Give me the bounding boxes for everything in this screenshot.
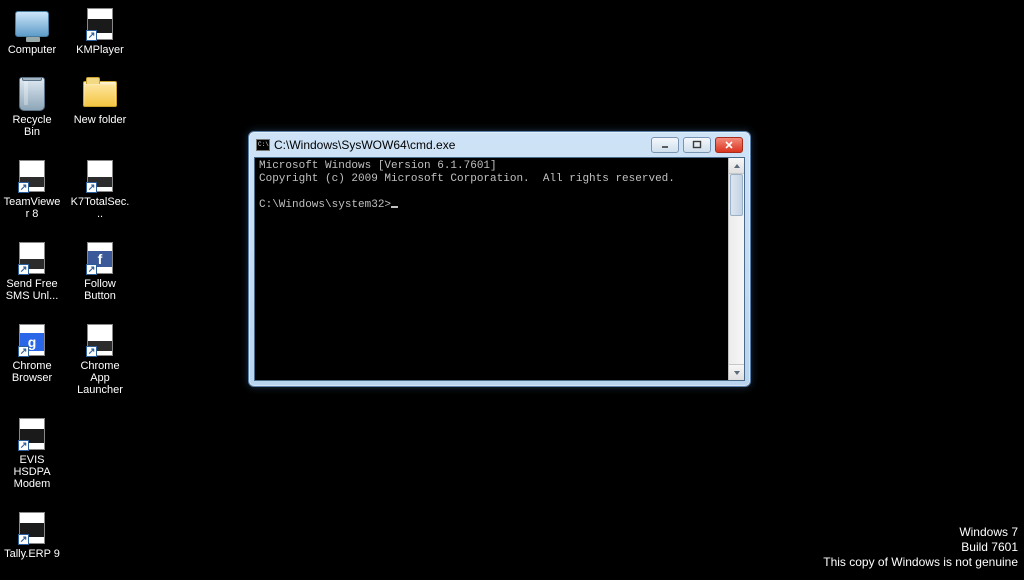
chrome-browser-shortcut-icon[interactable]: g↗Chrome Browser [4, 322, 60, 396]
scroll-up-button[interactable] [729, 158, 744, 174]
window-title: C:\Windows\SysWOW64\cmd.exe [274, 138, 647, 152]
send-free-sms-shortcut-icon[interactable]: ↗Send Free SMS Unl... [4, 240, 60, 302]
scroll-thumb[interactable] [730, 174, 743, 216]
cmd-window[interactable]: C:\Windows\SysWOW64\cmd.exe Microsoft Wi… [248, 131, 751, 387]
icon-label: EVIS HSDPA Modem [4, 454, 60, 490]
computer-icon[interactable]: Computer [4, 6, 60, 56]
watermark-line3: This copy of Windows is not genuine [823, 555, 1018, 570]
k7totalsec-shortcut-icon[interactable]: ↗K7TotalSec... [72, 158, 128, 220]
icon-label: Tally.ERP 9 [4, 548, 60, 560]
close-button[interactable] [715, 137, 743, 153]
kmplayer-shortcut-icon[interactable]: ↗KMPlayer [72, 6, 128, 56]
icon-label: TeamViewer 8 [2, 196, 62, 220]
terminal-line-1: Microsoft Windows [Version 6.1.7601] [259, 160, 497, 172]
desktop-icon-grid: Computer ↗KMPlayer Recycle Bin New folder ↗T… [4, 6, 128, 580]
teamviewer-shortcut-icon[interactable]: ↗TeamViewer 8 [4, 158, 60, 220]
new-folder-icon[interactable]: New folder [72, 76, 128, 138]
scroll-down-button[interactable] [729, 364, 744, 380]
icon-label: Computer [8, 44, 56, 56]
icon-label: Follow Button [72, 278, 128, 302]
icon-label: Chrome App Launcher [72, 360, 128, 396]
window-titlebar[interactable]: C:\Windows\SysWOW64\cmd.exe [254, 137, 745, 157]
windows-watermark: Windows 7 Build 7601 This copy of Window… [823, 525, 1018, 570]
terminal-output[interactable]: Microsoft Windows [Version 6.1.7601] Cop… [255, 158, 728, 380]
chrome-app-launcher-shortcut-icon[interactable]: ↗Chrome App Launcher [72, 322, 128, 396]
icon-label: Chrome Browser [4, 360, 60, 384]
minimize-button[interactable] [651, 137, 679, 153]
follow-button-shortcut-icon[interactable]: f↗Follow Button [72, 240, 128, 302]
evis-hsdpa-modem-shortcut-icon[interactable]: ↗EVIS HSDPA Modem [4, 416, 60, 490]
icon-label: Send Free SMS Unl... [4, 278, 60, 302]
icon-label: K7TotalSec... [70, 196, 130, 220]
terminal-cursor [391, 206, 398, 208]
watermark-line1: Windows 7 [823, 525, 1018, 540]
scroll-track[interactable] [729, 174, 744, 364]
icon-label: Recycle Bin [4, 114, 60, 138]
vertical-scrollbar[interactable] [728, 158, 744, 380]
maximize-button[interactable] [683, 137, 711, 153]
terminal-prompt: C:\Windows\system32> [259, 199, 391, 211]
tally-erp9-shortcut-icon[interactable]: ↗Tally.ERP 9 [4, 510, 60, 560]
watermark-line2: Build 7601 [823, 540, 1018, 555]
window-client-area: Microsoft Windows [Version 6.1.7601] Cop… [254, 157, 745, 381]
terminal-line-2: Copyright (c) 2009 Microsoft Corporation… [259, 173, 675, 185]
cmd-title-icon [256, 139, 270, 151]
recycle-bin-icon[interactable]: Recycle Bin [4, 76, 60, 138]
icon-label: New folder [74, 114, 127, 126]
icon-label: KMPlayer [76, 44, 124, 56]
